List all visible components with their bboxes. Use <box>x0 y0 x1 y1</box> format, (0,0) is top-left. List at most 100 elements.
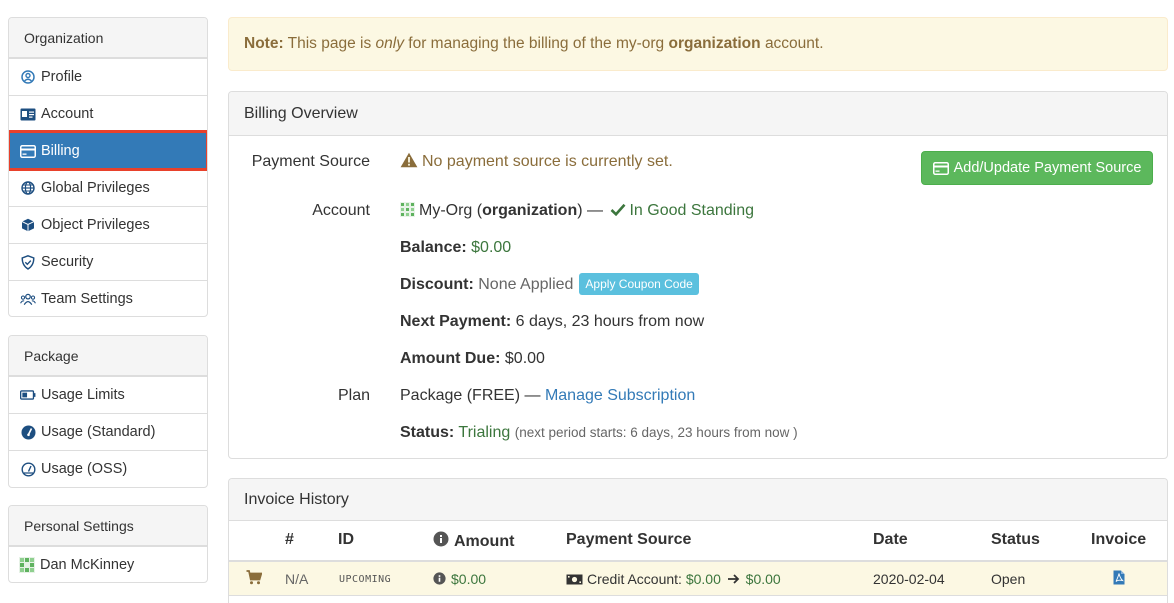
amount-due-value: Amount Due: $0.00 <box>400 347 545 371</box>
sidebar-item-label: Usage Limits <box>41 387 125 403</box>
money-bill-icon <box>566 574 583 585</box>
next-payment-label: Next Payment: <box>400 313 512 330</box>
info-icon <box>433 572 446 585</box>
payment-source-value: No payment source is currently set. <box>400 150 673 174</box>
sidebar-item-usage-oss[interactable]: Usage (OSS) <box>9 450 207 487</box>
column-header-date: Date <box>873 531 908 548</box>
balance-amount: $0.00 <box>471 239 512 256</box>
plan-row: Plan Package (FREE) — Manage Subscriptio… <box>229 384 1167 408</box>
source-label: Credit Account: <box>587 571 682 587</box>
account-name: My-Org <box>419 202 473 219</box>
gauge-outline-icon <box>20 461 36 477</box>
add-update-payment-source-button[interactable]: Add/Update Payment Source <box>921 151 1153 185</box>
sidebar-item-billing[interactable]: Billing <box>9 130 207 171</box>
org-avatar-icon <box>400 202 415 217</box>
manage-subscription-link[interactable]: Manage Subscription <box>545 387 695 404</box>
account-value: My-Org (organization) — In Good Standing <box>400 199 754 223</box>
sidebar-item-label: Dan McKinney <box>40 557 135 573</box>
globe-icon <box>20 180 36 196</box>
invoice-history-title: Invoice History <box>229 479 1167 521</box>
invoice-history-panel: Invoice History # ID Amount Payment Sour… <box>228 478 1168 603</box>
status-label: Status: <box>400 424 455 441</box>
sidebar-item-object-privileges[interactable]: Object Privileges <box>9 206 207 243</box>
source-to: $0.00 <box>745 571 781 587</box>
invoice-id: UPCOMING <box>339 574 392 585</box>
apply-coupon-button[interactable]: Apply Coupon Code <box>579 272 699 295</box>
column-header-invoice: Invoice <box>1091 531 1147 548</box>
sidebar-item-usage-standard[interactable]: Usage (Standard) <box>9 413 207 450</box>
sidebar-item-label: Billing <box>41 143 80 159</box>
sidebar-item-label: Usage (Standard) <box>41 424 156 440</box>
invoice-status: Open <box>991 571 1026 587</box>
plan-label: Plan <box>337 387 370 404</box>
note-text: for managing the billing of the my-org <box>408 35 665 52</box>
cube-icon <box>20 217 36 233</box>
sidebar-item-global-privileges[interactable]: Global Privileges <box>9 169 207 206</box>
sidebar-item-usage-limits[interactable]: Usage Limits <box>9 376 207 413</box>
account-dash: — <box>587 202 603 219</box>
info-icon <box>433 531 449 547</box>
gauge-filled-icon <box>20 424 36 440</box>
invoice-amount-value: $0.00 <box>451 571 487 587</box>
sidebar-item-label: Profile <box>41 69 83 85</box>
sidebar-item-user[interactable]: Dan McKinney <box>9 546 207 582</box>
balance-value: Balance: $0.00 <box>400 236 511 260</box>
discount-text: None Applied <box>478 276 574 293</box>
sidebar-item-security[interactable]: Security <box>9 243 207 280</box>
sidebar-item-team-settings[interactable]: Team Settings <box>9 280 207 316</box>
warning-icon <box>400 152 418 168</box>
pdf-file-icon[interactable] <box>1113 570 1125 585</box>
invoice-date: 2020-02-04 <box>873 571 945 587</box>
sidebar-item-profile[interactable]: Profile <box>9 58 207 95</box>
sidebar-package-heading: Package <box>9 336 207 376</box>
account-row: Account My-Org (organization) — In Good … <box>229 199 1167 223</box>
sidebar-item-label: Usage (OSS) <box>41 461 128 477</box>
plan-value: Package (FREE) — Manage Subscription <box>400 384 695 408</box>
account-label: Account <box>312 202 370 219</box>
billing-note-alert: Note: This page is only for managing the… <box>228 17 1168 71</box>
add-update-payment-source-label: Add/Update Payment Source <box>953 160 1142 176</box>
column-header-id: ID <box>338 531 354 548</box>
column-header-amount: Amount <box>433 531 514 551</box>
next-payment-row: Next Payment: 6 days, 23 hours from now <box>229 310 1167 334</box>
amount-due-row: Amount Due: $0.00 <box>229 347 1167 371</box>
credit-card-icon <box>932 161 949 175</box>
source-from: $0.00 <box>685 571 721 587</box>
status-note: (next period starts: 6 days, 23 hours fr… <box>514 425 798 440</box>
note-emphasis: only <box>375 35 404 52</box>
discount-row: Discount: None Applied Apply Coupon Code <box>229 272 1167 297</box>
arrow-right-icon <box>727 573 740 585</box>
avatar-icon <box>19 557 35 573</box>
column-header-number: # <box>285 531 294 548</box>
note-text: account. <box>764 35 824 52</box>
id-card-icon <box>20 106 36 122</box>
status-text: Trialing <box>458 424 511 441</box>
payment-source-label: Payment Source <box>251 153 370 170</box>
billing-overview-panel: Billing Overview Payment Source No payme… <box>228 91 1168 459</box>
balance-label: Balance: <box>400 239 467 256</box>
check-icon <box>610 203 626 216</box>
column-header-payment-source: Payment Source <box>566 531 692 548</box>
account-standing: In Good Standing <box>607 202 754 219</box>
payment-source-text: No payment source is currently set. <box>422 153 673 170</box>
note-prefix: Note: <box>244 35 284 52</box>
users-icon <box>20 291 36 307</box>
sidebar-personal-heading: Personal Settings <box>9 506 207 546</box>
sidebar-item-label: Security <box>41 254 94 270</box>
discount-value: Discount: None Applied Apply Coupon Code <box>400 272 699 297</box>
discount-label: Discount: <box>400 276 474 293</box>
status-value: Status: Trialing (next period starts: 6 … <box>400 421 798 445</box>
sidebar-personal-panel: Personal Settings Dan McKinney <box>8 505 208 583</box>
sidebar-organization-panel: Organization Profile Account Billing Glo… <box>8 17 208 317</box>
sidebar-item-label: Global Privileges <box>41 180 150 196</box>
shield-icon <box>20 254 36 270</box>
next-payment-value: Next Payment: 6 days, 23 hours from now <box>400 310 704 334</box>
invoice-number: N/A <box>285 571 309 587</box>
plan-text: Package (FREE) — <box>400 387 541 404</box>
balance-row: Balance: $0.00 <box>229 236 1167 260</box>
standing-text: In Good Standing <box>629 202 754 219</box>
cart-icon <box>246 570 262 585</box>
amount-due-label: Amount Due: <box>400 350 501 367</box>
next-payment-text: 6 days, 23 hours from now <box>515 313 705 330</box>
sidebar-item-account[interactable]: Account <box>9 95 207 132</box>
